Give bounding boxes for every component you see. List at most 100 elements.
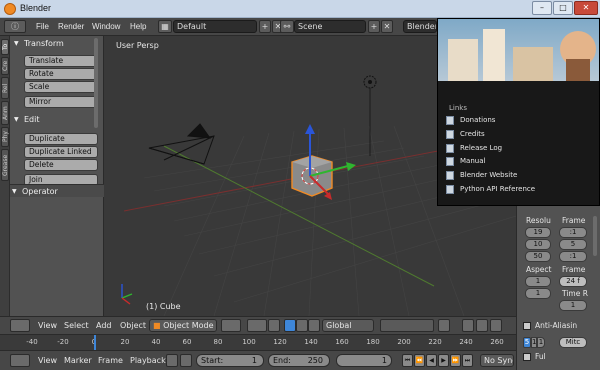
- aspect-y-field[interactable]: 1: [525, 288, 551, 299]
- snap-element[interactable]: [476, 319, 488, 332]
- manipulator-rotate[interactable]: [296, 319, 308, 332]
- render-engine-dropdown[interactable]: Blender R: [403, 20, 437, 33]
- link-release-log[interactable]: Release Log: [446, 143, 502, 154]
- manipulator-toggle[interactable]: [268, 319, 280, 332]
- tick: 160: [335, 338, 349, 346]
- minimize-button[interactable]: –: [532, 1, 552, 15]
- resolution-y-field[interactable]: 10: [525, 239, 551, 250]
- aa-filter-dropdown[interactable]: Mitc: [559, 337, 587, 348]
- tool-shelf-scrollbar[interactable]: [94, 38, 98, 128]
- timeline-menu-marker[interactable]: Marker: [64, 356, 92, 365]
- tab-physics[interactable]: Phy: [1, 127, 9, 147]
- menu-add[interactable]: Add: [96, 321, 112, 330]
- splash-screen[interactable]: Links Donations Credits Release Log Manu…: [437, 18, 600, 206]
- delete-button[interactable]: Delete: [24, 159, 98, 171]
- pivot-point-button[interactable]: [247, 319, 267, 332]
- current-frame-field[interactable]: 1: [336, 354, 392, 367]
- manipulator-translate[interactable]: [284, 319, 296, 332]
- tick: 240: [459, 338, 473, 346]
- tick: -20: [57, 338, 69, 346]
- timeline-menu-frame[interactable]: Frame: [98, 356, 123, 365]
- end-frame-field[interactable]: End: 250: [268, 354, 330, 367]
- rotate-button[interactable]: Rotate: [24, 68, 98, 80]
- frame-start-field[interactable]: :1: [559, 227, 587, 238]
- timeline-menu-playback[interactable]: Playback: [130, 356, 166, 365]
- play-reverse-button[interactable]: ◀: [426, 354, 437, 367]
- editor-type-3d-icon[interactable]: [10, 319, 30, 332]
- timeline-menu-view[interactable]: View: [38, 356, 57, 365]
- link-credits[interactable]: Credits: [446, 129, 485, 140]
- transform-orientation-dropdown[interactable]: Global: [322, 319, 374, 332]
- tick: 200: [397, 338, 411, 346]
- properties-scrollbar[interactable]: [593, 216, 597, 256]
- aspect-x-field[interactable]: 1: [525, 276, 551, 287]
- next-keyframe-button[interactable]: ⏩: [450, 354, 461, 367]
- menu-help[interactable]: Help: [130, 22, 146, 31]
- duplicate-linked-button[interactable]: Duplicate Linked: [24, 146, 98, 158]
- editor-type-timeline-icon[interactable]: [10, 354, 30, 367]
- link-blender-website[interactable]: Blender Website: [446, 170, 517, 181]
- tab-tools[interactable]: To: [1, 39, 9, 55]
- render-preview-button[interactable]: [490, 319, 502, 332]
- translate-button[interactable]: Translate: [24, 55, 98, 67]
- screen-layout-icon[interactable]: ▦: [158, 20, 172, 33]
- duplicate-button[interactable]: Duplicate: [24, 133, 98, 145]
- link-donations[interactable]: Donations: [446, 115, 495, 126]
- prev-keyframe-button[interactable]: ⏪: [414, 354, 425, 367]
- menu-select[interactable]: Select: [64, 321, 89, 330]
- frame-step-field[interactable]: :1: [559, 251, 587, 262]
- operator-panel-header[interactable]: Operator: [10, 184, 104, 198]
- tab-relations[interactable]: Rel: [1, 77, 9, 99]
- editor-type-icon[interactable]: ⓘ: [4, 20, 26, 33]
- anti-aliasing-checkbox[interactable]: [523, 322, 531, 330]
- time-remap-field[interactable]: 1: [559, 300, 587, 311]
- scale-button[interactable]: Scale: [24, 81, 98, 93]
- play-button[interactable]: ▶: [438, 354, 449, 367]
- menu-object[interactable]: Object: [120, 321, 146, 330]
- sync-mode-dropdown[interactable]: No Sync: [480, 354, 514, 367]
- lock-icon[interactable]: [180, 354, 192, 367]
- layer-buttons[interactable]: [380, 319, 434, 332]
- scene-icon[interactable]: ⚯: [280, 20, 294, 33]
- menu-render[interactable]: Render: [58, 22, 84, 31]
- mirror-button[interactable]: Mirror: [24, 96, 98, 108]
- add-scene-button[interactable]: +: [368, 20, 380, 33]
- add-screen-button[interactable]: +: [259, 20, 271, 33]
- menu-view[interactable]: View: [38, 321, 57, 330]
- menu-file[interactable]: File: [36, 22, 49, 31]
- full-sample-checkbox[interactable]: [523, 353, 531, 361]
- aa-samples-5[interactable]: 5: [523, 337, 531, 348]
- transform-panel-header[interactable]: Transform: [12, 37, 100, 50]
- timeline-playhead[interactable]: [94, 335, 96, 351]
- start-frame-field[interactable]: Start: 1: [196, 354, 264, 367]
- jump-start-button[interactable]: ⏮: [402, 354, 413, 367]
- tab-animation[interactable]: Anm: [1, 101, 9, 125]
- mode-dropdown[interactable]: ■ Object Mode: [149, 319, 217, 332]
- screen-layout-field[interactable]: Default: [173, 20, 257, 33]
- tick: 260: [490, 338, 504, 346]
- edit-panel-header[interactable]: Edit: [12, 113, 100, 126]
- frame-rate-dropdown[interactable]: 24 f: [559, 276, 587, 287]
- tab-grease-pencil[interactable]: Grease: [1, 149, 9, 181]
- manipulator-scale[interactable]: [308, 319, 320, 332]
- frame-end-field[interactable]: 5: [559, 239, 587, 250]
- snap-toggle[interactable]: [462, 319, 474, 332]
- jump-end-button[interactable]: ⏭: [462, 354, 473, 367]
- scene-field[interactable]: Scene: [294, 20, 366, 33]
- lock-camera-icon[interactable]: [438, 319, 450, 332]
- viewport-shading-button[interactable]: [221, 319, 241, 332]
- tick: 80: [213, 338, 223, 346]
- aa-samples-11[interactable]: 1: [537, 337, 545, 348]
- maximize-button[interactable]: □: [553, 1, 573, 15]
- link-python-api[interactable]: Python API Reference: [446, 184, 535, 195]
- timeline-ruler[interactable]: -40 -20 0 20 40 60 80 100 120 140 160 18…: [0, 334, 516, 351]
- tab-create[interactable]: Cre: [1, 57, 9, 75]
- resolution-x-field[interactable]: 19: [525, 227, 551, 238]
- camera-object[interactable]: [148, 123, 215, 165]
- menu-window[interactable]: Window: [92, 22, 120, 31]
- link-manual[interactable]: Manual: [446, 156, 485, 167]
- remove-scene-button[interactable]: ✕: [381, 20, 393, 33]
- preview-range-button[interactable]: [166, 354, 178, 367]
- resolution-percent-field[interactable]: 50: [525, 251, 551, 262]
- close-button[interactable]: ✕: [574, 1, 598, 15]
